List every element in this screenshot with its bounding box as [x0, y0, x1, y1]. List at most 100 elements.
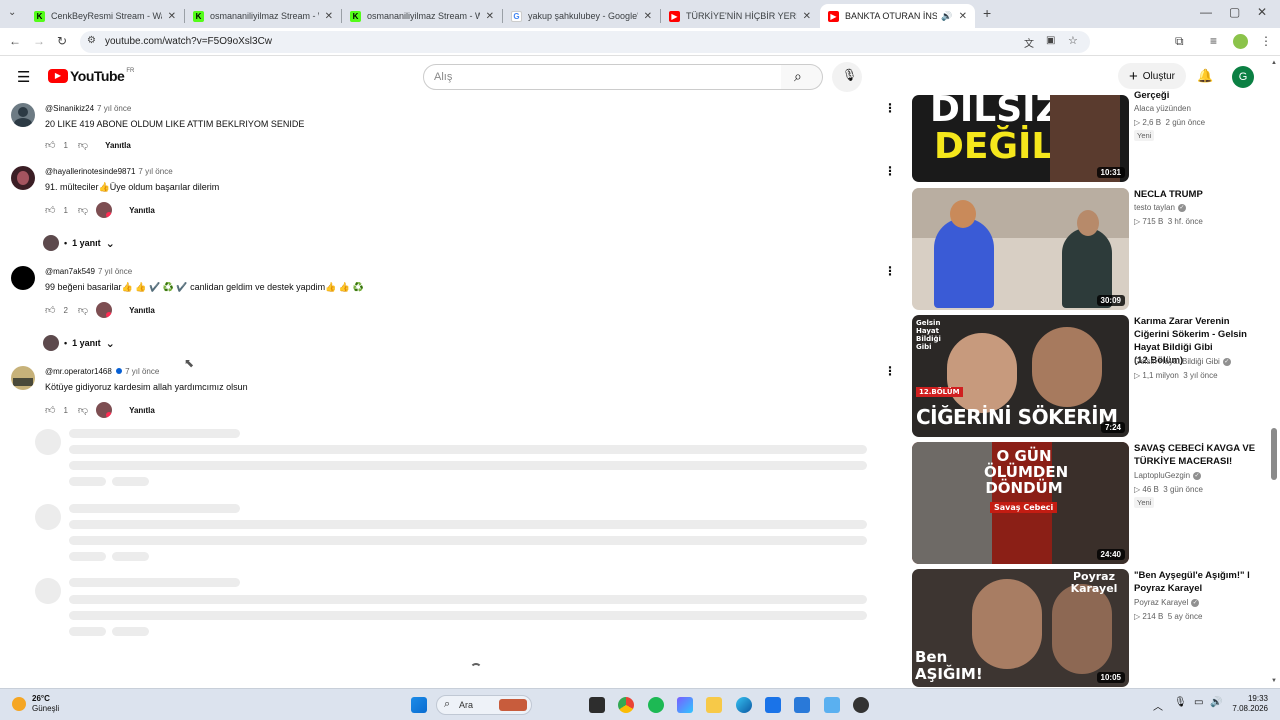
- volume-icon[interactable]: 🔊: [1210, 697, 1222, 708]
- comment-author[interactable]: @mr.operator1468: [45, 367, 112, 376]
- page-scrollbar[interactable]: [1271, 428, 1277, 480]
- search-input[interactable]: Alış: [423, 64, 782, 90]
- new-tab-icon[interactable]: +: [983, 5, 991, 21]
- app-icon[interactable]: [824, 697, 840, 713]
- video-thumbnail[interactable]: 30:09: [912, 188, 1129, 310]
- browser-tab-5[interactable]: ▶ TÜRKİYE'NİN HİÇBİR YERİNDE O ✕: [661, 4, 819, 28]
- comment-author[interactable]: @hayallerinotesinde9871: [45, 167, 135, 176]
- reply-button[interactable]: Yanıtla: [129, 306, 155, 315]
- like-icon[interactable]: 👍︎: [45, 304, 55, 316]
- view-replies-button[interactable]: • 1 yanıt ⌄: [43, 235, 115, 251]
- search-button[interactable]: ⌕: [781, 64, 823, 90]
- speaker-icon[interactable]: 🔊: [941, 11, 952, 22]
- clock[interactable]: 19:33 7.08.2026: [1228, 694, 1268, 714]
- back-icon[interactable]: ←: [9, 34, 21, 48]
- url-text[interactable]: youtube.com/watch?v=F5O9oXsl3Cw: [105, 36, 272, 47]
- taskbar-search[interactable]: ⌕ Ara: [436, 695, 532, 715]
- video-title[interactable]: SAVAŞ CEBECİ KAVGA VE TÜRKİYE MACERASI!: [1134, 442, 1264, 468]
- comment-time[interactable]: 7 yıl önce: [125, 367, 159, 376]
- copilot-icon[interactable]: [677, 697, 693, 713]
- like-icon[interactable]: 👍︎: [45, 139, 55, 151]
- cast-icon[interactable]: ▣: [1046, 35, 1055, 46]
- related-video-item[interactable]: 30:09 NECLA TRUMP testo taylan ✓ ▷ 715 B …: [912, 188, 1268, 310]
- related-video-item[interactable]: Poyraz Karayel Ben AŞIĞIM! 10:05 "Ben Ay…: [912, 569, 1268, 687]
- chrome-icon[interactable]: [618, 697, 634, 713]
- comment-more-icon[interactable]: ⋮: [884, 264, 896, 278]
- channel-name[interactable]: Gelsin Hayat Bildiği Gibi ✓: [1134, 357, 1231, 366]
- reply-button[interactable]: Yanıtla: [129, 206, 155, 215]
- app-icon[interactable]: [853, 697, 869, 713]
- close-tab-icon[interactable]: ✕: [959, 11, 967, 22]
- task-view-icon[interactable]: [589, 697, 605, 713]
- comment-more-icon[interactable]: ⋮: [884, 364, 896, 378]
- comment-author[interactable]: @Sinanikiz24: [45, 104, 94, 113]
- app-icon[interactable]: [794, 697, 810, 713]
- spotify-icon[interactable]: [648, 697, 664, 713]
- close-tab-icon[interactable]: ✕: [325, 11, 333, 22]
- omnibox[interactable]: ⚙ youtube.com/watch?v=F5O9oXsl3Cw 文 ▣ ☆: [80, 31, 1090, 53]
- chevron-up-icon[interactable]: ︿: [1153, 698, 1163, 713]
- comment-time[interactable]: 7 yıl önce: [97, 104, 131, 113]
- reading-list-icon[interactable]: ≡: [1210, 34, 1217, 48]
- reply-button[interactable]: Yanıtla: [129, 406, 155, 415]
- reply-button[interactable]: Yanıtla: [105, 141, 131, 150]
- site-info-icon[interactable]: ⚙: [87, 35, 96, 46]
- network-icon[interactable]: ▭: [1194, 697, 1203, 708]
- close-tab-icon[interactable]: ✕: [168, 11, 176, 22]
- commenter-avatar[interactable]: [11, 166, 35, 190]
- close-tab-icon[interactable]: ✕: [644, 11, 652, 22]
- profile-avatar[interactable]: [1233, 34, 1248, 49]
- translate-icon[interactable]: 文: [1024, 35, 1034, 50]
- comment-time[interactable]: 7 yıl önce: [138, 167, 172, 176]
- edge-icon[interactable]: [736, 697, 752, 713]
- video-thumbnail[interactable]: O GÜN ÖLÜMDEN DÖNDÜM Savaş Cebeci 24:40: [912, 442, 1129, 564]
- like-icon[interactable]: 👍︎: [45, 404, 55, 416]
- comment-more-icon[interactable]: ⋮: [884, 164, 896, 178]
- related-video-item[interactable]: O GÜN ÖLÜMDEN DÖNDÜM Savaş Cebeci 24:40 …: [912, 442, 1268, 564]
- browser-tab-1[interactable]: K CenkBeyResmi Stream - Watch ✕: [26, 4, 184, 28]
- bookmark-star-icon[interactable]: ☆: [1068, 34, 1078, 47]
- comment-time[interactable]: 7 yıl önce: [98, 267, 132, 276]
- dislike-icon[interactable]: 👎︎: [78, 404, 88, 416]
- reload-icon[interactable]: ↻: [57, 34, 67, 48]
- commenter-avatar[interactable]: [11, 366, 35, 390]
- channel-name[interactable]: Poyraz Karayel ✓: [1134, 598, 1200, 607]
- channel-name[interactable]: testo taylan ✓: [1134, 203, 1186, 212]
- youtube-logo[interactable]: ▶ YouTube FR: [48, 68, 134, 84]
- commenter-avatar[interactable]: [11, 266, 35, 290]
- dislike-icon[interactable]: 👎︎: [78, 139, 88, 151]
- video-thumbnail[interactable]: Poyraz Karayel Ben AŞIĞIM! 10:05: [912, 569, 1129, 687]
- channel-name[interactable]: LaptopluGezgin ✓: [1134, 471, 1202, 480]
- video-title[interactable]: Gerçeği: [1134, 89, 1264, 102]
- microphone-icon[interactable]: 🎙: [1174, 697, 1187, 708]
- windows-start-icon[interactable]: [411, 697, 427, 713]
- minimize-icon[interactable]: —: [1200, 5, 1212, 19]
- maximize-icon[interactable]: ▢: [1229, 5, 1240, 19]
- comment-more-icon[interactable]: ⋮: [884, 101, 896, 115]
- video-title[interactable]: "Ben Ayşegül'e Aşığım!" l Poyraz Karayel: [1134, 569, 1264, 595]
- extensions-icon[interactable]: ⧉: [1175, 34, 1184, 49]
- menu-kebab-icon[interactable]: ⋮: [1260, 34, 1272, 48]
- browser-tab-3[interactable]: K osmananiliyilmaz Stream - Watc ✕: [342, 4, 502, 28]
- close-tab-icon[interactable]: ✕: [486, 11, 494, 22]
- store-icon[interactable]: [765, 697, 781, 713]
- dislike-icon[interactable]: 👎︎: [78, 304, 88, 316]
- browser-tab-2[interactable]: K osmananiliyilmaz Stream - Watc ✕: [185, 4, 341, 28]
- video-title[interactable]: NECLA TRUMP: [1134, 188, 1264, 201]
- video-thumbnail[interactable]: DİLSİZ DEĞİL 10:31: [912, 95, 1129, 182]
- close-tab-icon[interactable]: ✕: [803, 11, 811, 22]
- hamburger-menu-icon[interactable]: ☰: [17, 68, 30, 86]
- scroll-up-arrow-icon[interactable]: ▲: [1271, 60, 1277, 66]
- file-explorer-icon[interactable]: [706, 697, 722, 713]
- weather-widget[interactable]: 26°C Güneşli: [12, 694, 59, 714]
- channel-name[interactable]: Alaca yüzünden: [1134, 104, 1191, 113]
- comment-author[interactable]: @man7ak549: [45, 267, 95, 276]
- dislike-icon[interactable]: 👎︎: [78, 204, 88, 216]
- voice-search-button[interactable]: 🎙: [832, 62, 862, 92]
- scroll-down-arrow-icon[interactable]: ▼: [1271, 678, 1277, 684]
- like-icon[interactable]: 👍︎: [45, 204, 55, 216]
- commenter-avatar[interactable]: [11, 103, 35, 127]
- forward-icon[interactable]: →: [33, 34, 45, 48]
- tab-list-chevron-icon[interactable]: ⌄: [8, 7, 16, 18]
- related-video-item[interactable]: DİLSİZ DEĞİL 10:31 Gerçeği Alaca yüzünde…: [912, 60, 1268, 183]
